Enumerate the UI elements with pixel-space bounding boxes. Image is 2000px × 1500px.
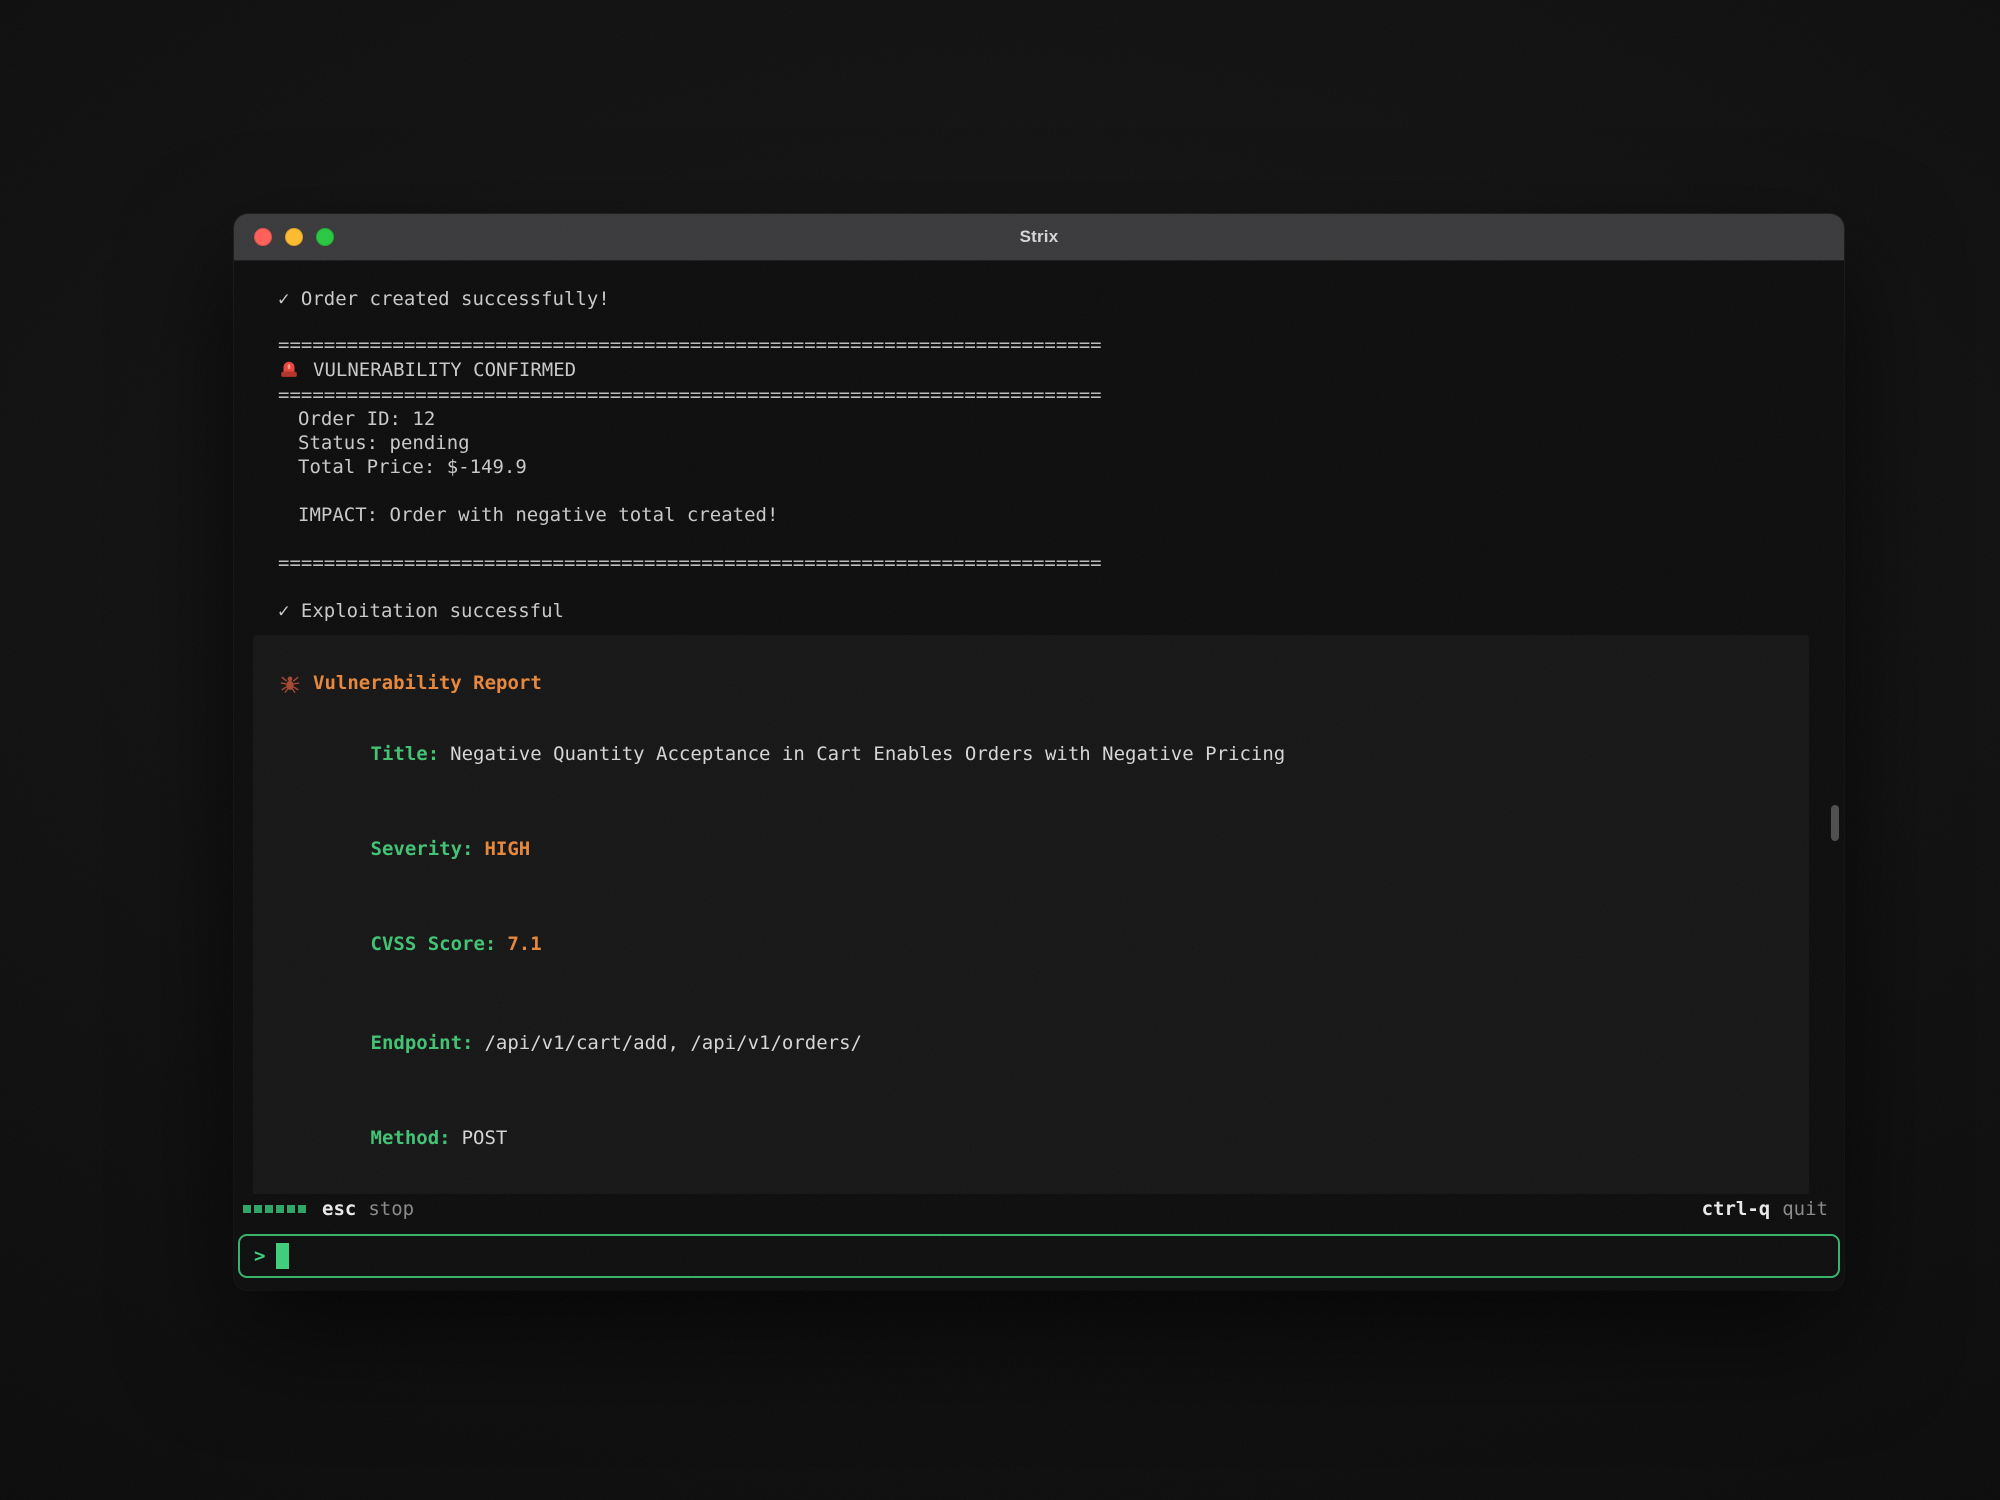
- prompt-symbol: >: [254, 1245, 265, 1267]
- impact-line: IMPACT: Order with negative total create…: [278, 503, 1844, 527]
- vulnerability-confirmed-text: VULNERABILITY CONFIRMED: [313, 358, 576, 382]
- traffic-lights: [254, 214, 334, 260]
- esc-action-label: stop: [368, 1198, 414, 1220]
- order-status-line: Status: pending: [278, 431, 1844, 455]
- report-field-severity: Severity: HIGH: [279, 813, 1783, 885]
- report-field-endpoint: Endpoint: /api/v1/cart/add, /api/v1/order…: [279, 1007, 1783, 1079]
- separator: ========================================…: [278, 551, 1844, 575]
- quit-action-label: quit: [1782, 1198, 1828, 1220]
- title-label: Title:: [371, 743, 440, 765]
- method-value: POST: [462, 1127, 508, 1149]
- report-field-cvss-score: CVSS Score: 7.1: [279, 908, 1783, 980]
- severity-value: HIGH: [484, 838, 530, 860]
- cvss-score-value: 7.1: [507, 933, 541, 955]
- keybinding-esc[interactable]: esc stop: [322, 1198, 414, 1220]
- keybinding-quit[interactable]: ctrl-q quit: [1702, 1198, 1828, 1220]
- exploitation-success-message: ✓ Exploitation successful: [278, 599, 1844, 623]
- vulnerability-confirmed-banner: VULNERABILITY CONFIRMED: [278, 357, 1844, 383]
- esc-key-label: esc: [322, 1198, 356, 1220]
- status-bar: esc stop ctrl-q quit: [234, 1194, 1844, 1224]
- spider-icon: [279, 672, 301, 694]
- order-id-line: Order ID: 12: [278, 407, 1844, 431]
- minimize-button[interactable]: [285, 228, 303, 246]
- close-button[interactable]: [254, 228, 272, 246]
- text-cursor: [276, 1243, 289, 1269]
- command-input[interactable]: >: [238, 1234, 1840, 1278]
- app-window: Strix ✓ Order created successfully! ====…: [234, 214, 1844, 1290]
- order-success-message: ✓ Order created successfully!: [278, 287, 1844, 311]
- separator: ========================================…: [278, 383, 1844, 407]
- report-header-title: Vulnerability Report: [313, 671, 542, 695]
- quit-key-label: ctrl-q: [1702, 1198, 1771, 1220]
- separator: ========================================…: [278, 333, 1844, 357]
- progress-spinner: [243, 1205, 306, 1213]
- command-input-area: >: [234, 1224, 1844, 1290]
- cvss-score-label: CVSS Score:: [371, 933, 497, 955]
- severity-label: Severity:: [371, 838, 474, 860]
- title-value: Negative Quantity Acceptance in Cart Ena…: [450, 743, 1285, 765]
- endpoint-value: /api/v1/cart/add, /api/v1/orders/: [484, 1032, 862, 1054]
- report-field-method: Method: POST: [279, 1102, 1783, 1174]
- report-field-title: Title: Negative Quantity Acceptance in Ca…: [279, 718, 1783, 790]
- scrollbar-thumb[interactable]: [1831, 805, 1839, 841]
- method-label: Method:: [371, 1127, 451, 1149]
- endpoint-label: Endpoint:: [371, 1032, 474, 1054]
- alarm-icon: [278, 359, 300, 381]
- vulnerability-report-panel: Vulnerability Report Title: Negative Quan…: [253, 635, 1809, 1194]
- terminal-output: ✓ Order created successfully! ==========…: [234, 261, 1844, 1194]
- titlebar[interactable]: Strix: [234, 214, 1844, 261]
- report-header: Vulnerability Report: [279, 671, 1783, 695]
- window-title: Strix: [1020, 227, 1059, 247]
- total-price-line: Total Price: $-149.9: [278, 455, 1844, 479]
- zoom-button[interactable]: [316, 228, 334, 246]
